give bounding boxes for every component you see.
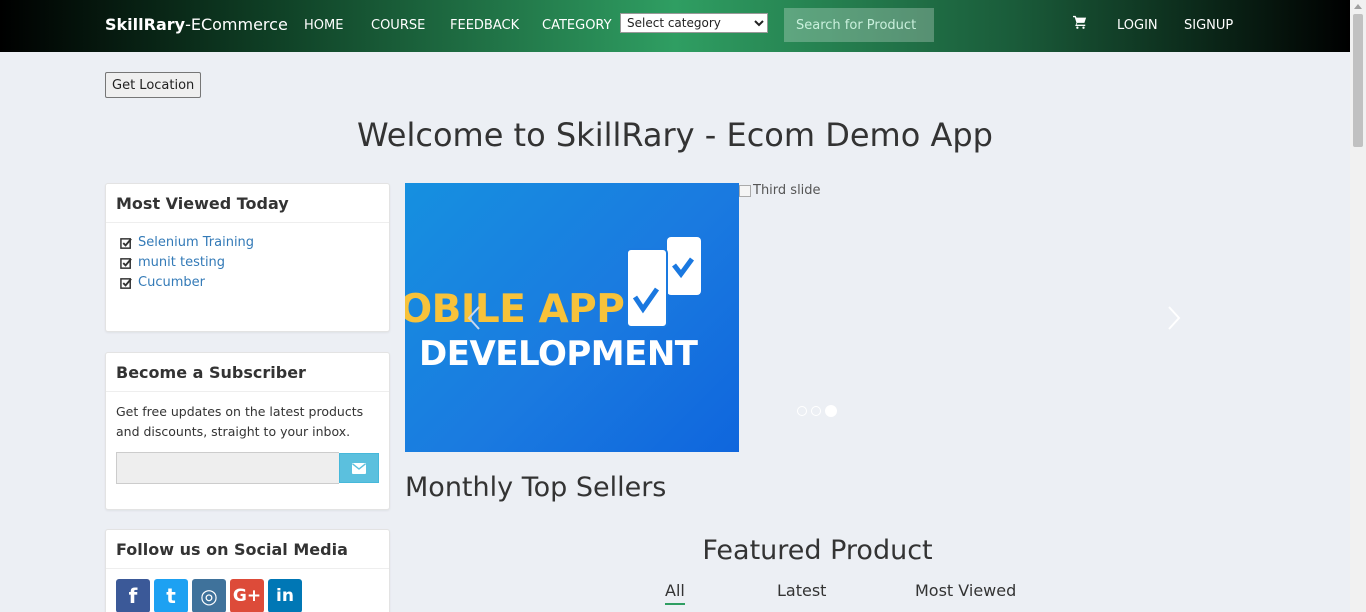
- social-icons-row: f t ◎ G+ in: [106, 569, 389, 612]
- brand-logo[interactable]: SkillRary-ECommerce: [105, 15, 288, 34]
- most-viewed-title: Most Viewed Today: [106, 184, 389, 223]
- subscriber-body: Get free updates on the latest products …: [106, 392, 389, 494]
- facebook-icon[interactable]: f: [116, 579, 150, 612]
- broken-image-alt-text: Third slide: [753, 183, 821, 198]
- monthly-top-sellers-heading: Monthly Top Sellers: [405, 472, 667, 503]
- nav-course-link[interactable]: COURSE: [371, 18, 425, 33]
- linkedin-icon[interactable]: in: [268, 579, 302, 612]
- scroll-up-arrow-icon[interactable]: [1354, 4, 1362, 9]
- subscriber-title: Become a Subscriber: [106, 353, 389, 392]
- carousel-prev-arrow-icon[interactable]: [467, 305, 481, 331]
- page-title: Welcome to SkillRary - Ecom Demo App: [357, 116, 993, 154]
- carousel-indicator-3[interactable]: [825, 405, 837, 417]
- instagram-icon[interactable]: ◎: [192, 579, 226, 612]
- most-viewed-link[interactable]: Selenium Training: [138, 233, 254, 253]
- brand-rest: -ECommerce: [185, 15, 288, 34]
- featured-product-heading: Featured Product: [702, 535, 933, 566]
- list-item: Selenium Training: [120, 233, 389, 253]
- subscriber-description: Get free updates on the latest products …: [116, 404, 364, 439]
- subscribe-button[interactable]: [339, 453, 379, 483]
- social-panel: Follow us on Social Media f t ◎ G+ in: [105, 529, 390, 612]
- subscribe-email-input[interactable]: [116, 452, 340, 484]
- product-carousel: OBILE APP DEVELOPMENT Third slide: [405, 183, 1240, 452]
- scrollbar-thumb[interactable]: [1353, 14, 1363, 147]
- list-item: munit testing: [120, 253, 389, 273]
- checkbox-checked-icon: [120, 277, 132, 289]
- tab-all[interactable]: All: [665, 581, 685, 605]
- subscribe-form: [116, 452, 379, 484]
- product-search-input[interactable]: [784, 8, 934, 42]
- brand-bold: SkillRary: [105, 15, 186, 34]
- carousel-indicators: [797, 405, 837, 417]
- carousel-indicator-2[interactable]: [811, 406, 821, 416]
- page-scrollbar[interactable]: [1350, 0, 1366, 612]
- shopping-cart-icon[interactable]: [1073, 15, 1087, 29]
- most-viewed-panel: Most Viewed Today Selenium Training muni…: [105, 183, 390, 332]
- twitter-icon[interactable]: t: [154, 579, 188, 612]
- list-item: Cucumber: [120, 273, 389, 293]
- login-link[interactable]: LOGIN: [1117, 18, 1158, 33]
- most-viewed-link[interactable]: munit testing: [138, 253, 225, 273]
- checkbox-checked-icon: [120, 257, 132, 269]
- tab-latest[interactable]: Latest: [777, 581, 826, 600]
- category-select[interactable]: Select category: [620, 13, 768, 33]
- broken-image-third-slide: Third slide: [739, 183, 821, 198]
- checkbox-checked-icon: [120, 237, 132, 249]
- envelope-icon: [352, 462, 367, 474]
- tab-most-viewed[interactable]: Most Viewed: [915, 581, 1016, 600]
- get-location-button[interactable]: Get Location: [105, 72, 202, 98]
- slide-headline: OBILE APP: [405, 287, 625, 332]
- top-navbar: SkillRary-ECommerce HOME COURSE FEEDBACK…: [0, 0, 1350, 52]
- mobile-check-icon: [626, 237, 701, 328]
- carousel-slide-image: OBILE APP DEVELOPMENT: [405, 183, 739, 452]
- slide-subheadline: DEVELOPMENT: [419, 334, 698, 374]
- google-plus-icon[interactable]: G+: [230, 579, 264, 612]
- carousel-next-arrow-icon[interactable]: [1167, 305, 1181, 331]
- signup-link[interactable]: SIGNUP: [1184, 18, 1233, 33]
- subscriber-panel: Become a Subscriber Get free updates on …: [105, 352, 390, 510]
- social-title: Follow us on Social Media: [106, 530, 389, 569]
- nav-feedback-link[interactable]: FEEDBACK: [450, 18, 519, 33]
- carousel-indicator-1[interactable]: [797, 406, 807, 416]
- nav-home-link[interactable]: HOME: [304, 18, 343, 33]
- most-viewed-list: Selenium Training munit testing Cucumber: [106, 223, 389, 293]
- broken-image-icon: [739, 184, 751, 197]
- most-viewed-link[interactable]: Cucumber: [138, 273, 205, 293]
- nav-category-link[interactable]: CATEGORY: [542, 18, 612, 33]
